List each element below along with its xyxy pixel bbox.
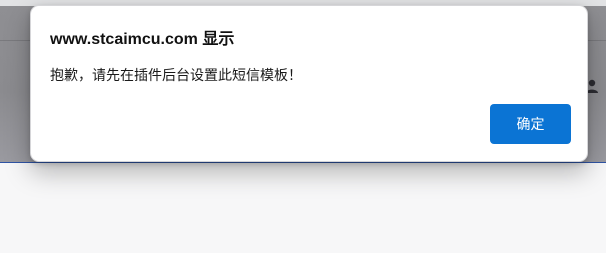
confirm-button[interactable]: 确定 <box>490 104 571 144</box>
page-content-area <box>0 163 606 253</box>
dialog-message: 抱歉，请先在插件后台设置此短信模板！ <box>50 67 302 83</box>
alert-dialog: www.stcaimcu.com 显示 抱歉，请先在插件后台设置此短信模板！ 确… <box>30 5 588 162</box>
dialog-title: www.stcaimcu.com 显示 <box>50 31 235 48</box>
